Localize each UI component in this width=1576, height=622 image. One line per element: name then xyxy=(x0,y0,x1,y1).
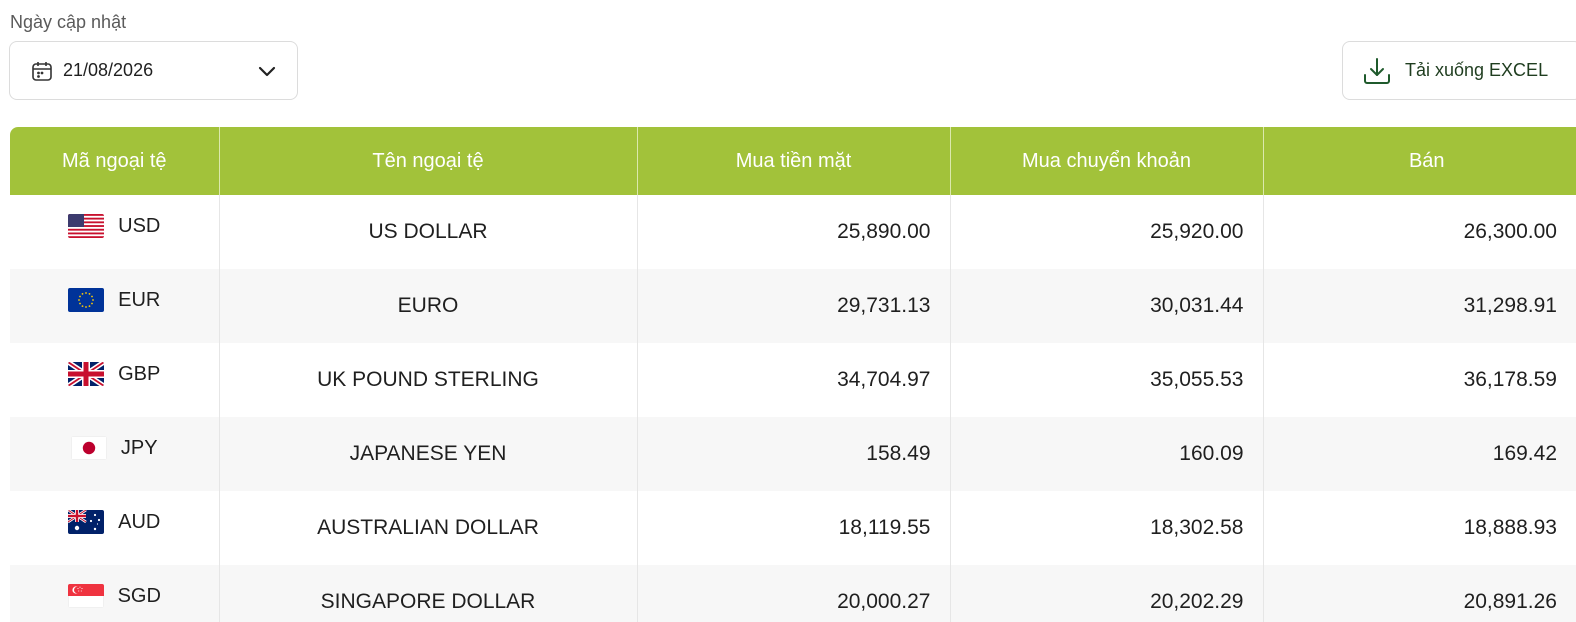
sell-rate: 31,298.91 xyxy=(1262,269,1576,343)
currency-name: SINGAPORE DOLLAR xyxy=(218,565,637,622)
header-currency-code: Mã ngoại tệ xyxy=(10,127,219,195)
transfer-buy-rate: 20,202.29 xyxy=(949,565,1263,622)
transfer-buy-rate: 160.09 xyxy=(949,417,1263,491)
date-label: Ngày cập nhật xyxy=(10,12,127,32)
transfer-buy-rate: 30,031.44 xyxy=(949,269,1263,343)
exchange-rate-table: Mã ngoại tệ Tên ngoại tệ Mua tiền mặt Mu… xyxy=(10,127,1576,622)
chevron-down-icon[interactable] xyxy=(255,59,279,83)
currency-name: AUSTRALIAN DOLLAR xyxy=(218,491,637,565)
sell-rate: 36,178.59 xyxy=(1262,343,1576,417)
cash-buy-rate: 18,119.55 xyxy=(636,491,950,565)
australia-flag-icon xyxy=(68,510,105,534)
sell-rate: 169.42 xyxy=(1262,417,1576,491)
calendar-icon xyxy=(30,59,54,83)
us-flag-icon xyxy=(68,214,105,238)
cash-buy-rate: 25,890.00 xyxy=(636,195,950,269)
currency-name: JAPANESE YEN xyxy=(218,417,637,491)
table-row: JPY JAPANESE YEN 158.49 160.09 169.42 xyxy=(10,417,1576,491)
currency-code: GBP xyxy=(118,362,161,385)
header-cash-buy: Mua tiền mặt xyxy=(636,127,950,195)
currency-code: SGD xyxy=(117,584,161,607)
table-row: EUR EURO 29,731.13 30,031.44 31,298.91 xyxy=(10,269,1576,343)
date-picker[interactable]: 21/08/2026 xyxy=(9,41,298,100)
download-excel-label: Tải xuống EXCEL xyxy=(1405,60,1549,80)
currency-code: AUD xyxy=(118,510,161,533)
table-row: AUD AUSTRALIAN DOLLAR 18,119.55 18,302.5… xyxy=(10,491,1576,565)
cash-buy-rate: 20,000.27 xyxy=(636,565,950,622)
transfer-buy-rate: 35,055.53 xyxy=(949,343,1263,417)
cash-buy-rate: 29,731.13 xyxy=(636,269,950,343)
table-row: GBP UK POUND STERLING 34,704.97 35,055.5… xyxy=(10,343,1576,417)
currency-name: EURO xyxy=(218,269,637,343)
download-icon xyxy=(1361,55,1393,87)
transfer-buy-rate: 18,302.58 xyxy=(949,491,1263,565)
header-currency-name: Tên ngoại tệ xyxy=(218,127,637,195)
sell-rate: 26,300.00 xyxy=(1262,195,1576,269)
japan-flag-icon xyxy=(70,436,107,460)
cash-buy-rate: 158.49 xyxy=(636,417,950,491)
uk-flag-icon xyxy=(68,362,105,386)
transfer-buy-rate: 25,920.00 xyxy=(949,195,1263,269)
cash-buy-rate: 34,704.97 xyxy=(636,343,950,417)
table-row: SGD SINGAPORE DOLLAR 20,000.27 20,202.29… xyxy=(10,565,1576,622)
header-sell: Bán xyxy=(1262,127,1576,195)
table-row: USD US DOLLAR 25,890.00 25,920.00 26,300… xyxy=(10,195,1576,269)
singapore-flag-icon xyxy=(67,584,104,608)
currency-code: EUR xyxy=(118,288,161,311)
currency-code: USD xyxy=(118,214,161,237)
eu-flag-icon xyxy=(68,288,105,312)
table-header-row: Mã ngoại tệ Tên ngoại tệ Mua tiền mặt Mu… xyxy=(10,127,1576,195)
download-excel-button[interactable]: Tải xuống EXCEL xyxy=(1342,41,1576,100)
sell-rate: 18,888.93 xyxy=(1262,491,1576,565)
date-value: 21/08/2026 xyxy=(63,60,154,80)
currency-name: UK POUND STERLING xyxy=(218,343,637,417)
sell-rate: 20,891.26 xyxy=(1262,565,1576,622)
currency-code: JPY xyxy=(120,436,158,459)
header-transfer-buy: Mua chuyển khoản xyxy=(949,127,1263,195)
currency-name: US DOLLAR xyxy=(218,195,637,269)
